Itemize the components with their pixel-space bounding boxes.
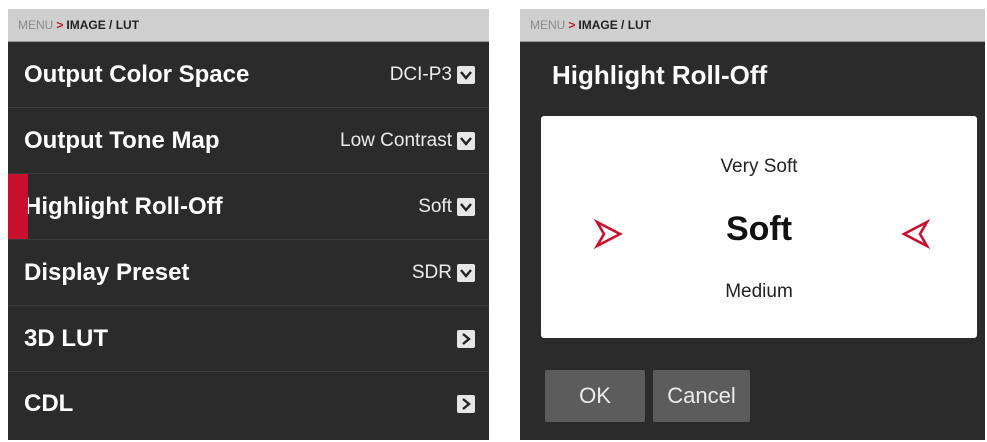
breadcrumb-separator: > <box>568 18 576 32</box>
value-picker[interactable]: Very Soft Soft Medium <box>541 116 977 338</box>
dropdown-output-tone-map[interactable]: Low Contrast <box>340 130 475 152</box>
menu-row-label: 3D LUT <box>24 324 108 352</box>
dropdown-output-color-space[interactable]: DCI-P3 <box>390 64 475 86</box>
picker-option-below[interactable]: Medium <box>541 281 977 303</box>
picker-option-above[interactable]: Very Soft <box>541 156 977 178</box>
breadcrumb: MENU > IMAGE / LUT <box>520 9 985 42</box>
chevron-right-icon[interactable] <box>457 394 475 413</box>
menu-row-highlight-roll-off[interactable]: Highlight Roll-Off Soft <box>8 174 489 240</box>
dropdown-value: Soft <box>418 195 452 217</box>
menu-row-cdl[interactable]: CDL <box>8 372 489 435</box>
dropdown-highlight-roll-off[interactable]: Soft <box>418 196 475 218</box>
menu-row-label: Output Color Space <box>24 60 250 88</box>
dialog-title: Highlight Roll-Off <box>552 60 768 90</box>
ok-button[interactable]: OK <box>545 370 645 422</box>
menu-row-label: CDL <box>24 389 74 417</box>
chevron-right-icon[interactable] <box>457 329 475 348</box>
menu-row-output-color-space[interactable]: Output Color Space DCI-P3 <box>8 42 489 108</box>
menu-row-label: Display Preset <box>24 258 190 286</box>
arrow-right-outline-icon[interactable] <box>593 218 623 250</box>
breadcrumb-path: IMAGE / LUT <box>66 18 140 32</box>
cancel-button[interactable]: Cancel <box>653 370 750 422</box>
breadcrumb-root[interactable]: MENU <box>18 18 53 32</box>
chevron-down-icon[interactable] <box>457 197 475 216</box>
chevron-down-icon[interactable] <box>457 263 475 282</box>
dropdown-value: DCI-P3 <box>389 63 452 85</box>
highlight-roll-off-dialog: MENU > IMAGE / LUT Highlight Roll-Off Ve… <box>520 9 985 440</box>
image-lut-menu-panel: MENU > IMAGE / LUT Output Color Space DC… <box>8 9 489 440</box>
selection-indicator <box>8 174 28 239</box>
breadcrumb-root[interactable]: MENU <box>530 18 565 32</box>
dropdown-value: Low Contrast <box>340 129 452 151</box>
menu-row-label: Output Tone Map <box>24 126 220 154</box>
chevron-down-icon[interactable] <box>457 131 475 150</box>
dropdown-value: SDR <box>411 261 452 283</box>
breadcrumb-path: IMAGE / LUT <box>578 18 652 32</box>
menu-row-output-tone-map[interactable]: Output Tone Map Low Contrast <box>8 108 489 174</box>
breadcrumb-separator: > <box>56 18 64 32</box>
menu-row-3d-lut[interactable]: 3D LUT <box>8 306 489 372</box>
dropdown-display-preset[interactable]: SDR <box>412 262 475 284</box>
breadcrumb: MENU > IMAGE / LUT <box>8 9 489 42</box>
menu-row-display-preset[interactable]: Display Preset SDR <box>8 240 489 306</box>
arrow-left-outline-icon[interactable] <box>901 218 931 250</box>
menu-row-label: Highlight Roll-Off <box>24 192 223 220</box>
chevron-down-icon[interactable] <box>457 65 475 84</box>
